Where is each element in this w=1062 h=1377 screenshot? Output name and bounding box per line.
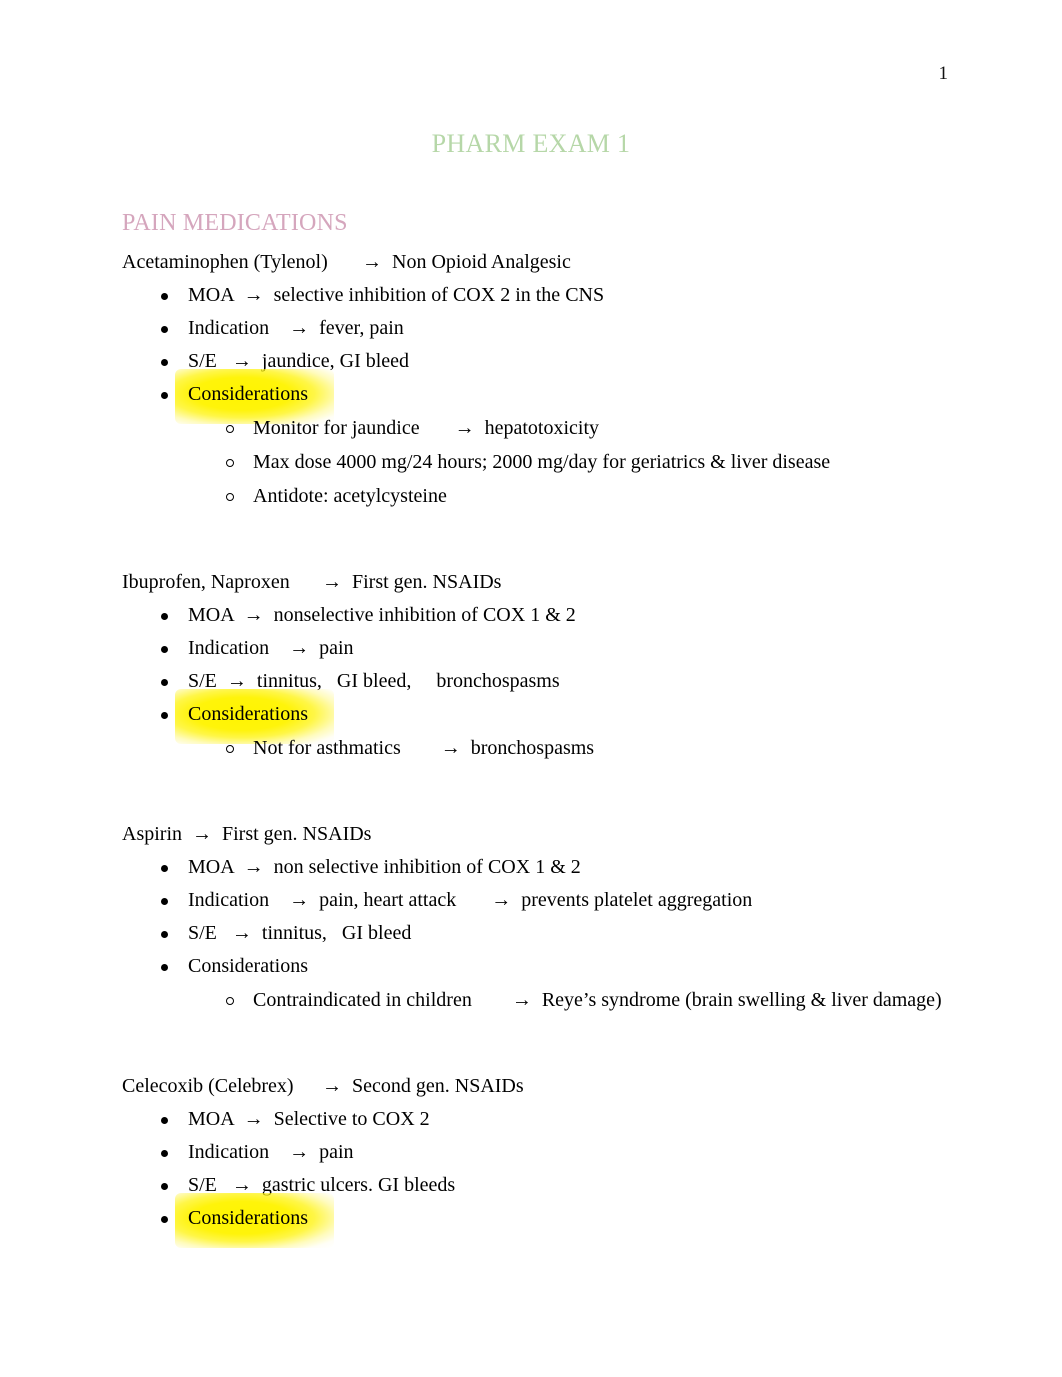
list-item: MOA → Selective to COX 2: [122, 1103, 952, 1136]
sub-list-item: Antidote: acetylcysteine: [188, 479, 952, 513]
list-item-label: Indication → pain, heart attack → preven…: [188, 889, 753, 911]
list-item: S/E → tinnitus, GI bleed: [122, 917, 952, 950]
sub-list-item-label: Not for asthmatics → bronchospasms: [253, 737, 595, 759]
drug-block: Celecoxib (Celebrex) → Second gen. NSAID…: [122, 1070, 952, 1248]
sub-list-item-label: Antidote: acetylcysteine: [253, 485, 447, 507]
list-item-label: MOA → Selective to COX 2: [188, 1108, 430, 1130]
list-item-label: Indication → fever, pain: [188, 317, 404, 339]
drug-detail-list: MOA → Selective to COX 2 Indication → pa…: [122, 1103, 952, 1248]
drug-block: Ibuprofen, Naproxen → First gen. NSAIDs …: [122, 566, 952, 765]
list-item: Indication → pain: [122, 1136, 952, 1169]
sub-list-item-label: Max dose 4000 mg/24 hours; 2000 mg/day f…: [253, 451, 831, 473]
sub-list-item-label: Monitor for jaundice → hepatotoxicity: [253, 417, 600, 439]
drug-title: Acetaminophen (Tylenol) → Non Opioid Ana…: [122, 251, 571, 273]
list-item: Indication → pain: [122, 632, 952, 665]
list-item: Indication → fever, pain: [122, 312, 952, 345]
list-item-label: MOA → nonselective inhibition of COX 1 &…: [188, 604, 576, 626]
drug-block: Aspirin → First gen. NSAIDs MOA → non se…: [122, 818, 952, 1017]
highlighted-considerations-label: Considerations: [175, 1193, 334, 1248]
considerations-label: Considerations: [188, 955, 308, 977]
list-item-label: MOA → selective inhibition of COX 2 in t…: [188, 284, 605, 306]
list-item: Indication → pain, heart attack → preven…: [122, 884, 952, 917]
list-item-considerations: Considerations: [122, 1193, 952, 1248]
drug-detail-list: MOA → selective inhibition of COX 2 in t…: [122, 279, 952, 513]
list-item-considerations: Considerations Not for asthmatics → bron…: [122, 689, 952, 765]
drug-detail-list: MOA → nonselective inhibition of COX 1 &…: [122, 599, 952, 765]
drug-title: Ibuprofen, Naproxen → First gen. NSAIDs: [122, 571, 502, 593]
sub-list-item: Max dose 4000 mg/24 hours; 2000 mg/day f…: [188, 445, 952, 479]
consideration-sublist: Monitor for jaundice → hepatotoxicity Ma…: [188, 411, 952, 513]
list-item: MOA → non selective inhibition of COX 1 …: [122, 851, 952, 884]
sub-list-item: Monitor for jaundice → hepatotoxicity: [188, 411, 952, 445]
list-item-label: S/E → tinnitus, GI bleed: [188, 922, 412, 944]
drug-title: Aspirin → First gen. NSAIDs: [122, 823, 372, 845]
list-item: MOA → selective inhibition of COX 2 in t…: [122, 279, 952, 312]
highlighted-considerations-label: Considerations: [175, 689, 334, 744]
list-item-label: Indication → pain: [188, 637, 354, 659]
consideration-sublist: Not for asthmatics → bronchospasms: [188, 731, 952, 765]
page-title: PHARM EXAM 1: [431, 129, 631, 158]
sub-list-item: Contraindicated in children → Reye’s syn…: [188, 983, 952, 1017]
page-number: 1: [938, 63, 949, 84]
consideration-sublist: Contraindicated in children → Reye’s syn…: [188, 983, 952, 1017]
section-heading-pain-medications: PAIN MEDICATIONS: [122, 210, 348, 236]
drug-detail-list: MOA → non selective inhibition of COX 1 …: [122, 851, 952, 1017]
list-item-considerations: Considerations Monitor for jaundice → he…: [122, 369, 952, 513]
drug-block: Acetaminophen (Tylenol) → Non Opioid Ana…: [122, 246, 952, 513]
highlighted-considerations-label: Considerations: [175, 369, 334, 424]
document-page: 1 PHARM EXAM 1 PAIN MEDICATIONS Acetamin…: [0, 0, 1062, 1377]
sub-list-item: Not for asthmatics → bronchospasms: [188, 731, 952, 765]
drug-title: Celecoxib (Celebrex) → Second gen. NSAID…: [122, 1075, 524, 1097]
list-item-considerations: Considerations Contraindicated in childr…: [122, 950, 952, 1017]
list-item: MOA → nonselective inhibition of COX 1 &…: [122, 599, 952, 632]
document-body: PAIN MEDICATIONS Acetaminophen (Tylenol)…: [122, 208, 952, 1255]
list-item-label: Indication → pain: [188, 1141, 354, 1163]
sub-list-item-label: Contraindicated in children → Reye’s syn…: [253, 989, 942, 1011]
list-item-label: MOA → non selective inhibition of COX 1 …: [188, 856, 581, 878]
